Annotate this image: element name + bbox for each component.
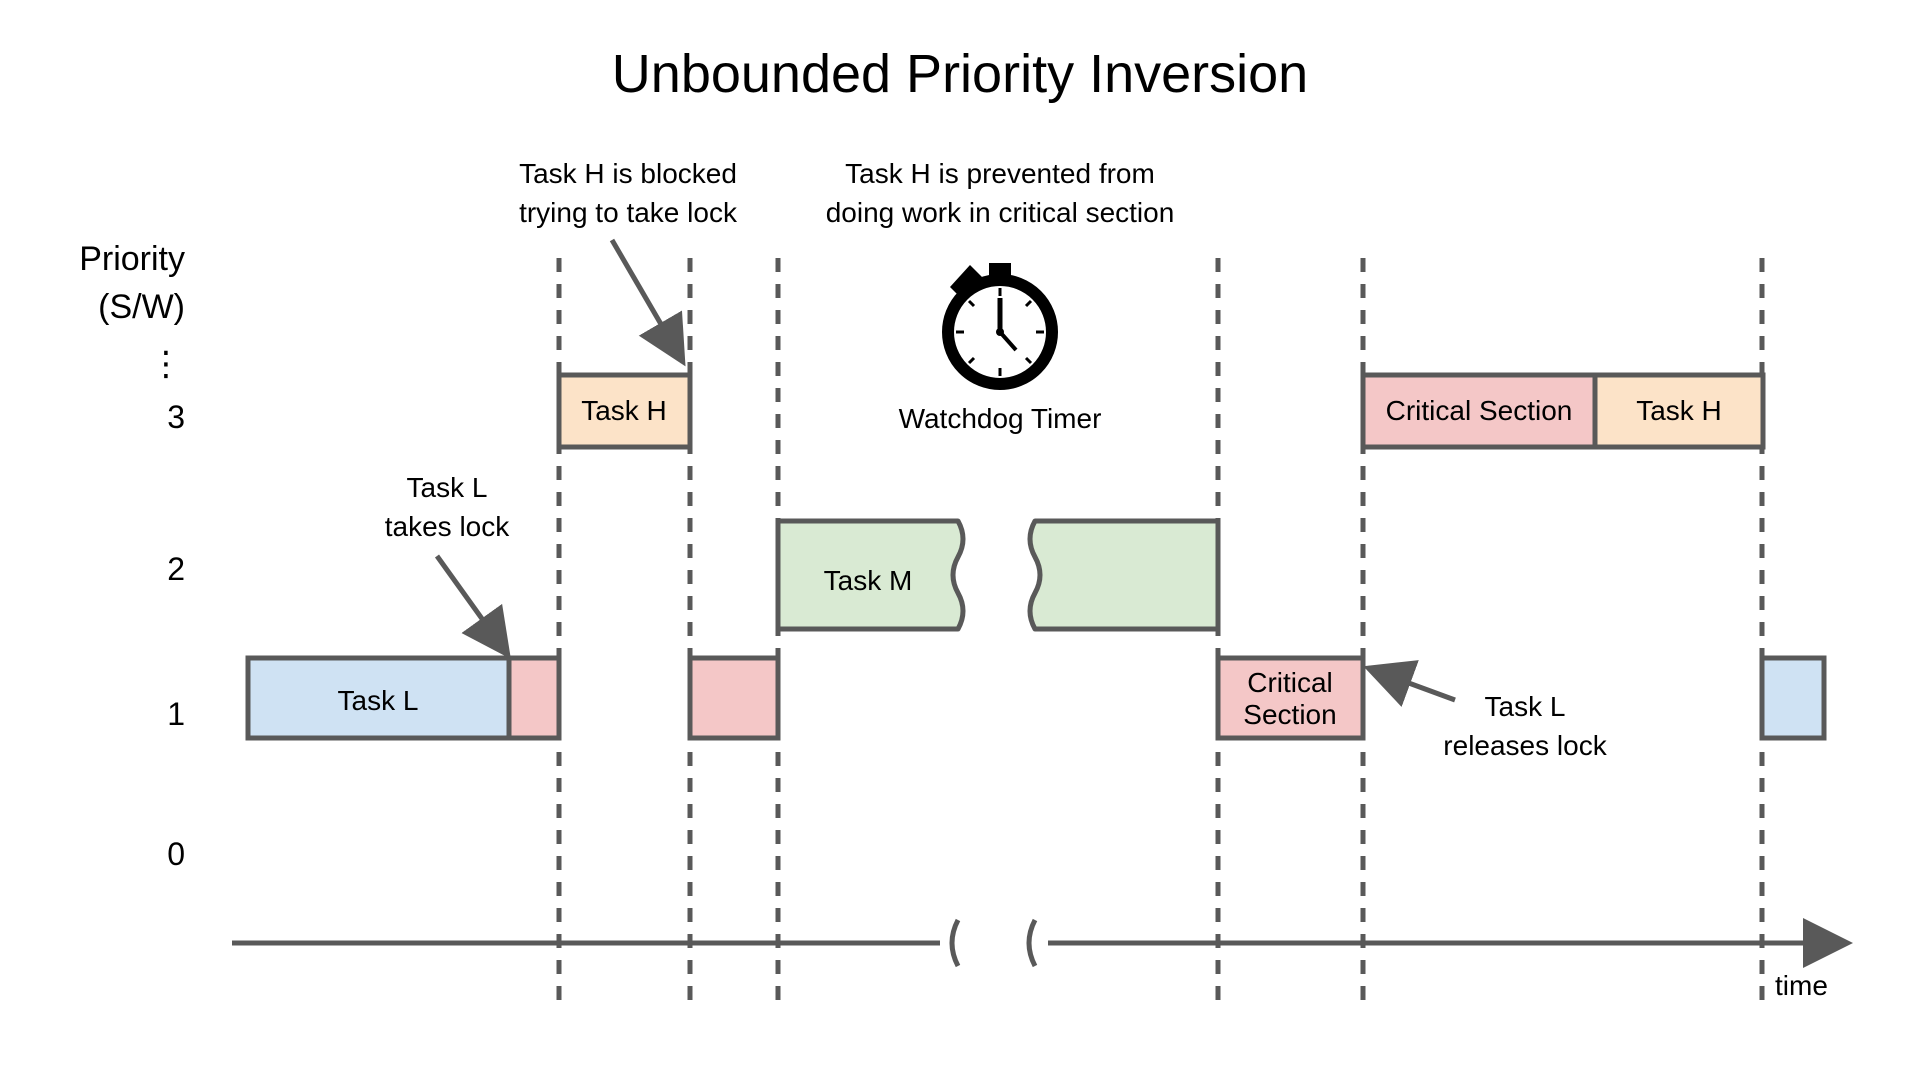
- bar-critical-section-l2[interactable]: [687, 655, 781, 741]
- bar-label-critical-section-high: Critical Section: [1386, 395, 1573, 426]
- bar-task-l-resume[interactable]: [1759, 655, 1827, 741]
- bar-label-task-h-second: Task H: [1636, 395, 1722, 426]
- bar-label-critical-line1: Critical: [1247, 667, 1333, 698]
- y-tick-3: 3: [167, 399, 185, 435]
- y-tick-1: 1: [167, 696, 185, 732]
- annotation-blocked-line1: Task H is blocked: [519, 158, 737, 189]
- y-axis-label-line1: Priority: [79, 240, 185, 278]
- y-tick-2: 2: [167, 551, 185, 587]
- annotation-takes-lock-line2: takes lock: [385, 511, 510, 542]
- bar-label-task-m: Task M: [824, 565, 913, 596]
- diagram-canvas: Unbounded Priority Inversion Priority (S…: [0, 0, 1920, 1080]
- bar-label-critical-line2: Section: [1243, 699, 1336, 730]
- time-axis-label: time: [1775, 970, 1828, 1001]
- y-axis-label-line2: (S/W): [98, 288, 185, 326]
- y-tick-0: 0: [167, 836, 185, 872]
- annotation-prevented-line1: Task H is prevented from: [845, 158, 1155, 189]
- bar-label-task-l: Task L: [338, 685, 419, 716]
- annotation-blocked-line2: trying to take lock: [519, 197, 738, 228]
- annotation-releases-lock-line1: Task L: [1485, 691, 1566, 722]
- annotation-takes-lock-line1: Task L: [407, 472, 488, 503]
- watchdog-timer-label: Watchdog Timer: [899, 403, 1102, 434]
- page-title: Unbounded Priority Inversion: [612, 44, 1308, 104]
- bar-label-task-h-first: Task H: [581, 395, 667, 426]
- annotation-releases-lock-line2: releases lock: [1443, 730, 1607, 761]
- bar-task-m-right[interactable]: [1027, 518, 1221, 632]
- annotation-prevented-line2: doing work in critical section: [826, 197, 1175, 228]
- bar-critical-section-l1[interactable]: [506, 655, 562, 741]
- y-axis-ellipsis: ⋮: [149, 345, 183, 383]
